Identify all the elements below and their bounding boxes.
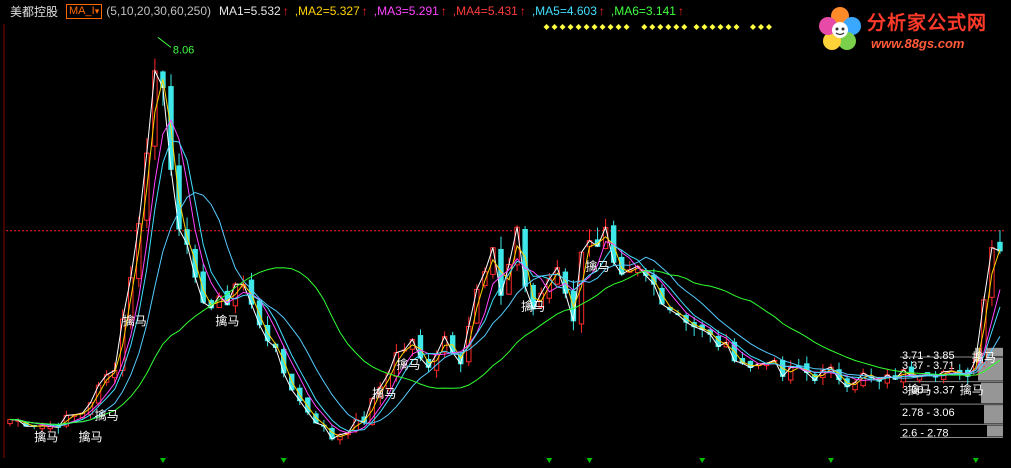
indicator-header: 美都控股 MA_I▾ (5,10,20,30,60,250) MA1=5.532… xyxy=(0,0,800,22)
down-arrow-icon xyxy=(586,458,593,463)
down-arrow-icon xyxy=(827,458,834,463)
ma-value-6: ,MA6=3.141 xyxy=(610,4,676,18)
ma-value-4: ,MA4=5.431 xyxy=(452,4,518,18)
signal-label: 擒马 xyxy=(396,357,420,372)
marker-icon xyxy=(701,24,708,30)
candlestick-chart[interactable]: 3.71 - 3.853.37 - 3.713.06 - 3.372.78 - … xyxy=(0,0,1011,468)
logo-url: www.88gs.com xyxy=(871,36,965,51)
marker-icon xyxy=(583,24,590,30)
ma-label-1: MA1=5.532 ↑ xyxy=(219,4,289,18)
down-arrow-icon xyxy=(972,458,979,463)
marker-icon xyxy=(757,24,764,30)
signal-label: 擒马 xyxy=(95,407,119,422)
ma-label-3: ,MA3=5.291 ↑ xyxy=(374,4,447,18)
ma10-line xyxy=(9,79,1001,438)
marker-icon xyxy=(551,24,558,30)
down-arrow-icon xyxy=(699,458,706,463)
ma-label-4: ,MA4=5.431 ↑ xyxy=(453,4,526,18)
ma-value-3: ,MA3=5.291 xyxy=(373,4,439,18)
marker-icon xyxy=(599,24,606,30)
marker-icon xyxy=(567,24,574,30)
ma60-line xyxy=(9,191,1001,426)
candle-body xyxy=(562,271,569,294)
signal-label: 擒马 xyxy=(960,382,984,397)
signal-arrows xyxy=(159,458,979,463)
signal-label: 擒马 xyxy=(372,386,396,401)
marker-icon xyxy=(607,24,614,30)
logo-name: 分析家公式网 xyxy=(867,13,988,34)
price-band-label: 2.78 - 3.06 xyxy=(902,407,955,419)
dropdown-icon: ▾ xyxy=(94,5,100,16)
signal-label: 擒马 xyxy=(972,349,996,364)
ma-value-list: MA1=5.532 ↑ ,MA2=5.327 ↑ ,MA3=5.291 ↑ ,MA4=5.4… xyxy=(219,4,690,18)
marker-icon xyxy=(673,24,680,30)
price-band-bar xyxy=(984,405,1003,424)
signal-label: 擒马 xyxy=(215,313,239,328)
formula-name: MA_I xyxy=(69,4,95,17)
ma-label-5: ,MA5=4.603 ↑ xyxy=(532,4,605,18)
down-arrow-icon xyxy=(280,458,287,463)
signal-label: 擒马 xyxy=(521,299,545,314)
signal-label: 擒马 xyxy=(586,259,610,274)
up-arrow-icon: ↑ xyxy=(282,4,289,18)
formula-selector[interactable]: MA_I▾ xyxy=(66,3,103,19)
up-arrow-icon: ↑ xyxy=(677,4,684,18)
signal-label: 擒马 xyxy=(123,313,147,328)
top-marker-row xyxy=(543,24,772,30)
site-logo: 分析家公式网 www.88gs.com xyxy=(815,4,1005,54)
ma-label-6: ,MA6=3.141 ↑ xyxy=(611,4,684,18)
down-arrow-icon xyxy=(159,458,166,463)
down-arrow-icon xyxy=(546,458,553,463)
moving-average-lines xyxy=(9,69,1001,440)
marker-icon xyxy=(657,24,664,30)
marker-icon xyxy=(543,24,550,30)
flower-logo-icon xyxy=(819,7,861,50)
ma-label-2: ,MA2=5.327 ↑ xyxy=(295,4,368,18)
ma30-line xyxy=(9,140,1001,432)
price-band-bar xyxy=(987,425,1003,437)
ma-value-2: ,MA2=5.327 xyxy=(294,4,360,18)
signal-label: 擒马 xyxy=(34,429,58,444)
marker-icon xyxy=(575,24,582,30)
stock-name[interactable]: 美都控股 xyxy=(10,3,58,20)
marker-icon xyxy=(693,24,700,30)
marker-icon xyxy=(559,24,566,30)
price-band-bar xyxy=(981,382,1003,404)
up-arrow-icon: ↑ xyxy=(361,4,368,18)
ma-value-5: ,MA5=4.603 xyxy=(531,4,597,18)
marker-icon xyxy=(623,24,630,30)
ma-params: (5,10,20,30,60,250) xyxy=(106,4,211,18)
peak-label: 8.06 xyxy=(173,44,194,56)
marker-icon xyxy=(615,24,622,30)
signal-label: 擒马 xyxy=(79,429,103,444)
ma-value-1: MA1=5.532 xyxy=(218,4,281,18)
marker-icon xyxy=(641,24,648,30)
marker-icon xyxy=(717,24,724,30)
candlestick-series xyxy=(7,58,1003,445)
marker-icon xyxy=(665,24,672,30)
peak-pointer xyxy=(157,37,172,48)
marker-icon xyxy=(765,24,772,30)
up-arrow-icon: ↑ xyxy=(598,4,605,18)
ma250-line xyxy=(9,267,1001,426)
signal-label: 擒马 xyxy=(907,382,931,397)
marker-icon xyxy=(591,24,598,30)
marker-icon xyxy=(649,24,656,30)
marker-icon xyxy=(733,24,740,30)
marker-icon xyxy=(725,24,732,30)
marker-icon xyxy=(749,24,756,30)
price-band-label: 2.6 - 2.78 xyxy=(902,427,948,439)
marker-icon xyxy=(709,24,716,30)
up-arrow-icon: ↑ xyxy=(440,4,447,18)
candle-body xyxy=(482,271,488,286)
ma20-line xyxy=(9,119,1001,434)
marker-icon xyxy=(681,24,688,30)
up-arrow-icon: ↑ xyxy=(519,4,526,18)
